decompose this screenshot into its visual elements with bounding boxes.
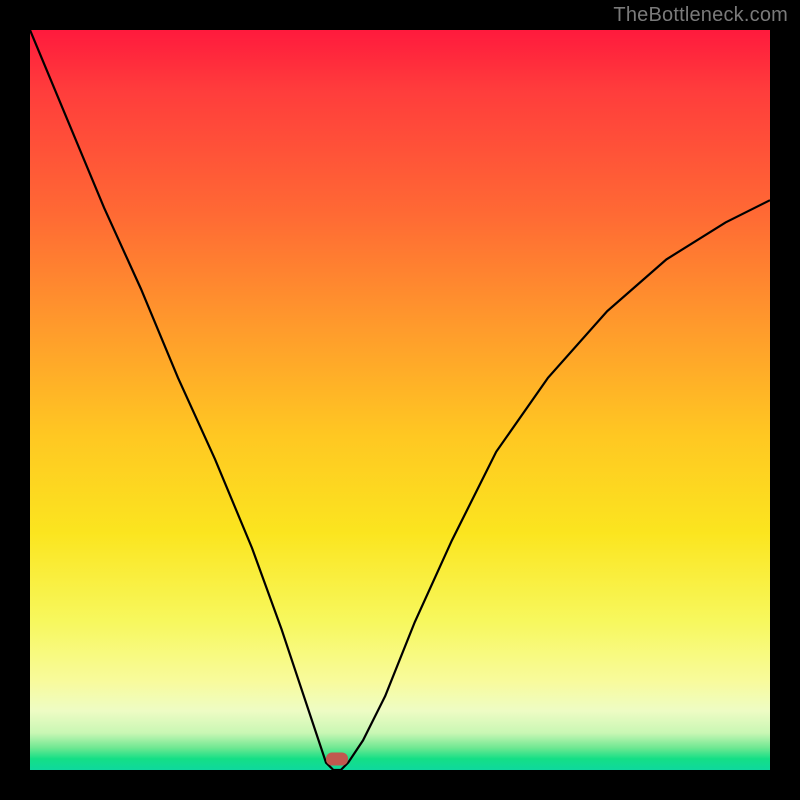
watermark-text: TheBottleneck.com bbox=[613, 4, 788, 27]
bottleneck-curve bbox=[30, 30, 770, 770]
chart-frame: TheBottleneck.com bbox=[0, 0, 800, 800]
optimal-marker bbox=[326, 752, 348, 765]
plot-area bbox=[30, 30, 770, 770]
